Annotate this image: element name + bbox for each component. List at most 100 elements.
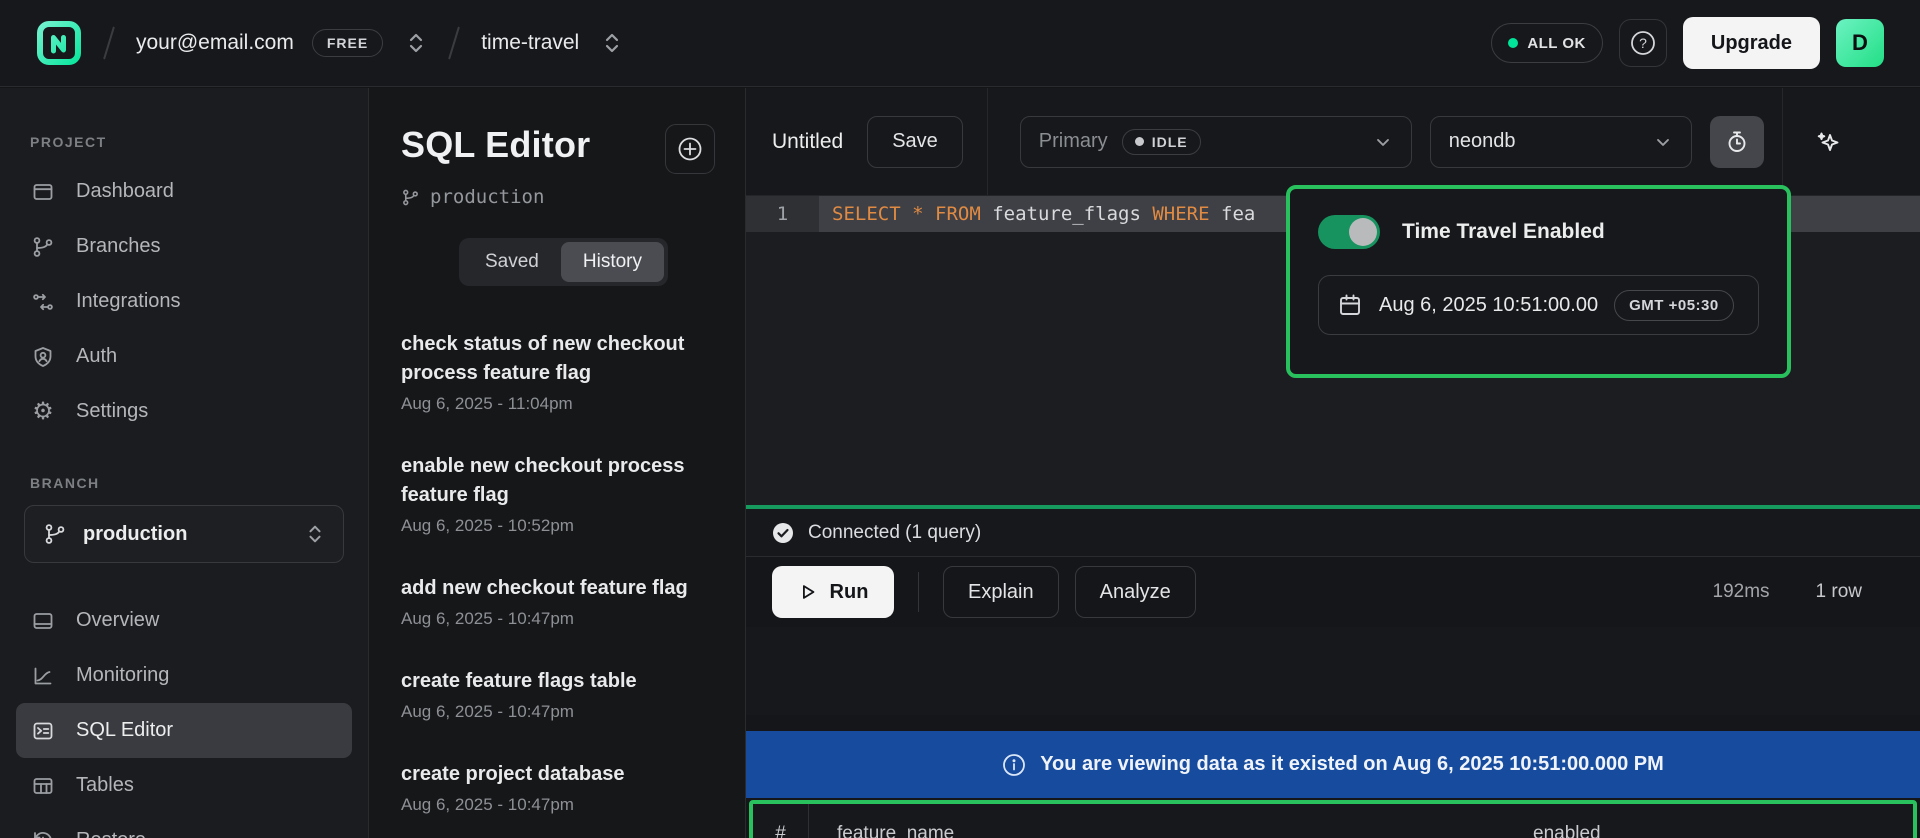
time-travel-datetime: Aug 6, 2025 10:51:00.00 <box>1379 294 1598 317</box>
sidebar-item-integrations[interactable]: Integrations <box>16 274 352 329</box>
run-button[interactable]: Run <box>772 566 894 618</box>
info-icon <box>1002 753 1026 777</box>
sidebar-item-sql-editor[interactable]: SQL Editor <box>16 703 352 758</box>
history-list: check status of new checkout process fea… <box>401 330 715 815</box>
sidebar-item-dashboard[interactable]: Dashboard <box>16 164 352 219</box>
column-header-enabled: enabled <box>1533 804 1913 838</box>
new-query-button[interactable] <box>665 124 715 174</box>
overview-icon <box>30 609 56 633</box>
time-travel-datetime-picker[interactable]: Aug 6, 2025 10:51:00.00 GMT +05:30 <box>1318 275 1759 335</box>
save-button[interactable]: Save <box>867 116 963 168</box>
tables-icon <box>30 774 56 798</box>
neon-logo[interactable] <box>36 20 82 66</box>
database-name: neondb <box>1449 130 1516 153</box>
results-header-row: # feature_name enabled <box>753 804 1913 838</box>
help-icon: ? <box>1630 30 1656 56</box>
branch-icon <box>401 188 420 207</box>
branches-icon <box>30 235 56 259</box>
time-travel-popup: Time Travel Enabled Aug 6, 2025 10:51:00… <box>1286 185 1791 378</box>
selected-branch: production <box>83 523 289 546</box>
history-item[interactable]: check status of new checkout process fea… <box>401 330 715 414</box>
branch-icon <box>43 522 67 546</box>
time-travel-button[interactable] <box>1710 116 1764 168</box>
history-item[interactable]: create feature flags table Aug 6, 2025 -… <box>401 667 715 722</box>
editor-column: Untitled Save Primary IDLE neondb <box>745 88 1920 838</box>
sidebar-item-label: Branches <box>76 235 161 258</box>
time-travel-toggle[interactable] <box>1318 215 1380 249</box>
account-email[interactable]: your@email.com <box>136 31 294 55</box>
column-header-feature-name: feature_name <box>809 804 1533 838</box>
breadcrumb-slash <box>103 26 115 59</box>
topbar-right: ALL OK ? Upgrade D <box>1491 17 1884 69</box>
time-travel-banner: You are viewing data as it existed on Au… <box>746 731 1920 798</box>
query-metrics: 192ms 1 row <box>1713 581 1895 603</box>
sidebar-item-restore[interactable]: Restore <box>16 813 352 838</box>
project-section-label: PROJECT <box>16 134 352 150</box>
chevron-down-icon <box>1373 132 1393 152</box>
tab-saved[interactable]: Saved <box>463 242 561 282</box>
help-button[interactable]: ? <box>1619 19 1667 67</box>
query-tab-title[interactable]: Untitled <box>772 130 843 154</box>
query-actions-bar: Run Explain Analyze 192ms 1 row <box>746 557 1920 627</box>
account-selector-chevrons-icon[interactable] <box>405 30 427 56</box>
compute-status: IDLE <box>1152 134 1188 150</box>
history-item[interactable]: enable new checkout process feature flag… <box>401 452 715 536</box>
line-number: 1 <box>746 196 819 232</box>
system-status-pill[interactable]: ALL OK <box>1491 23 1603 63</box>
sidebar-item-settings[interactable]: ⚙ Settings <box>16 384 352 439</box>
column-header-index: # <box>753 804 809 838</box>
compute-select[interactable]: Primary IDLE <box>1020 116 1412 168</box>
database-select[interactable]: neondb <box>1430 116 1692 168</box>
query-duration: 192ms <box>1713 581 1770 603</box>
results-zone: You are viewing data as it existed on Au… <box>746 715 1920 838</box>
chevron-down-icon <box>1653 132 1673 152</box>
banner-message: You are viewing data as it existed on Au… <box>1040 753 1664 776</box>
sql-editor-panel: SQL Editor production Saved History <box>368 88 745 838</box>
stopwatch-icon <box>1724 129 1750 155</box>
branch-selector-chevrons-icon <box>305 522 325 546</box>
sidebar-item-monitoring[interactable]: Monitoring <box>16 648 352 703</box>
project-name[interactable]: time-travel <box>481 31 579 55</box>
sidebar-item-label: Restore <box>76 829 146 838</box>
check-circle-icon <box>772 522 794 544</box>
connection-status-bar: Connected (1 query) <box>746 509 1920 557</box>
sidebar-item-label: Auth <box>76 345 117 368</box>
avatar[interactable]: D <box>1836 19 1884 67</box>
timezone-badge: GMT +05:30 <box>1614 290 1734 321</box>
breadcrumb-slash <box>448 26 460 59</box>
toolbar-divider <box>987 88 988 195</box>
results-table: # feature_name enabled 1 new_checkout_pr… <box>749 800 1917 838</box>
history-item[interactable]: create project database Aug 6, 2025 - 10… <box>401 760 715 815</box>
history-item[interactable]: add new checkout feature flag Aug 6, 202… <box>401 574 715 629</box>
sidebar-item-label: Overview <box>76 609 159 632</box>
analyze-button[interactable]: Analyze <box>1075 566 1196 618</box>
connection-status-text: Connected (1 query) <box>808 522 981 544</box>
project-selector-chevrons-icon[interactable] <box>601 30 623 56</box>
sidebar-item-label: Monitoring <box>76 664 169 687</box>
sidebar-item-auth[interactable]: Auth <box>16 329 352 384</box>
sidebar-item-branches[interactable]: Branches <box>16 219 352 274</box>
branch-selector[interactable]: production <box>24 505 344 563</box>
panel-branch: production <box>401 186 715 208</box>
upgrade-button[interactable]: Upgrade <box>1683 17 1820 69</box>
integrations-icon <box>30 290 56 314</box>
sparkle-icon <box>1814 128 1842 156</box>
plan-badge: FREE <box>312 29 383 57</box>
auth-icon <box>30 345 56 369</box>
play-icon <box>798 582 818 602</box>
status-label: ALL OK <box>1527 35 1586 52</box>
ai-assistant-button[interactable] <box>1801 116 1855 168</box>
tab-history[interactable]: History <box>561 242 664 282</box>
explain-button[interactable]: Explain <box>943 566 1059 618</box>
actions-divider <box>918 572 919 612</box>
calendar-icon <box>1337 292 1363 318</box>
page-title: SQL Editor <box>401 124 590 166</box>
editor-toolbar: Untitled Save Primary IDLE neondb <box>746 88 1920 196</box>
dashboard-icon <box>30 180 56 204</box>
compute-name: Primary <box>1039 130 1108 153</box>
sidebar-item-label: Integrations <box>76 290 181 313</box>
sidebar-item-overview[interactable]: Overview <box>16 593 352 648</box>
row-count: 1 row <box>1816 581 1862 603</box>
neon-console: your@email.com FREE time-travel ALL OK <box>0 0 1920 838</box>
sidebar-item-tables[interactable]: Tables <box>16 758 352 813</box>
